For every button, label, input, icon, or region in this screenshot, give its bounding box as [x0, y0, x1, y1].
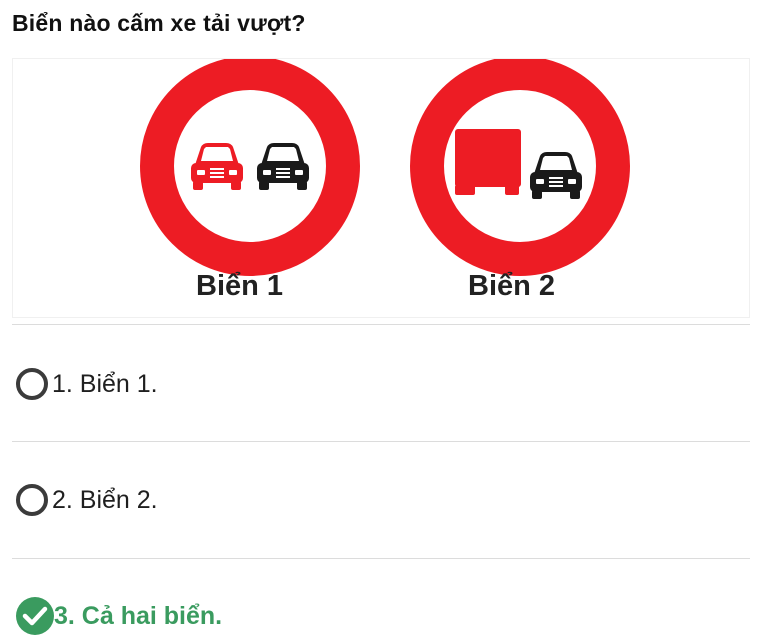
question-title: Biển nào cấm xe tải vượt? [12, 10, 306, 36]
traffic-signs-illustration [140, 59, 630, 276]
divider [12, 558, 750, 559]
answer-option-1[interactable]: 1. Biển 1. [16, 364, 158, 404]
correct-check-icon[interactable] [16, 597, 54, 635]
answer-option-label: 2. Biển 2. [52, 486, 158, 514]
answer-option-3[interactable]: 3. Cả hai biển. [16, 596, 222, 636]
radio-unchecked-icon[interactable] [16, 368, 48, 400]
answer-option-label: 3. Cả hai biển. [54, 602, 223, 630]
answer-option-2[interactable]: 2. Biển 2. [16, 480, 158, 520]
question-image: Biển 1 Biển 2 [12, 58, 750, 318]
divider [12, 324, 750, 325]
no-truck-overtaking-sign [410, 59, 630, 276]
no-overtaking-sign [140, 59, 360, 276]
answer-option-label: 1. Biển 1. [52, 370, 158, 398]
sign-2-label: Biển 2 [468, 270, 556, 302]
truck-icon [455, 129, 521, 195]
divider [12, 441, 750, 442]
sign-1-label: Biển 1 [196, 270, 284, 302]
radio-unchecked-icon[interactable] [16, 484, 48, 516]
